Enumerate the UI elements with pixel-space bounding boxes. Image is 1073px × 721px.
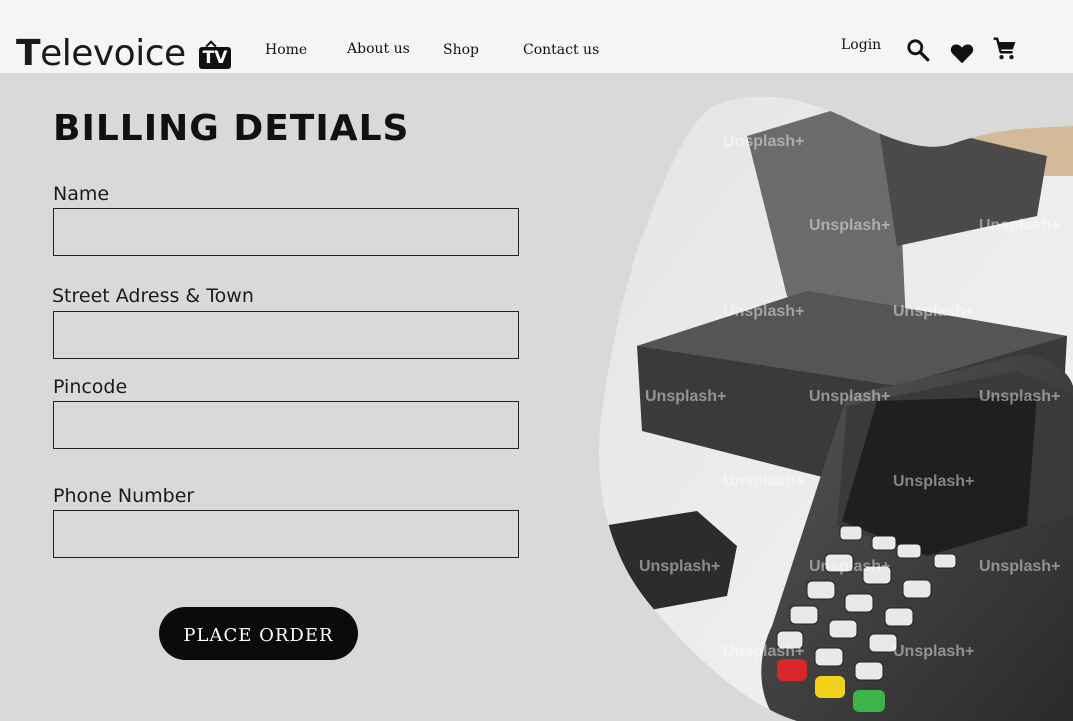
nav-link-shop[interactable]: Shop bbox=[443, 42, 479, 58]
place-order-button[interactable]: PLACE ORDER bbox=[159, 607, 358, 660]
svg-text:Unsplash+: Unsplash+ bbox=[645, 388, 726, 405]
svg-text:Unsplash+: Unsplash+ bbox=[809, 558, 890, 575]
nav-link-about[interactable]: About us bbox=[347, 41, 410, 57]
search-icon[interactable] bbox=[905, 37, 931, 63]
svg-text:Unsplash+: Unsplash+ bbox=[893, 303, 974, 320]
pincode-input[interactable] bbox=[53, 401, 519, 449]
svg-text:Unsplash+: Unsplash+ bbox=[809, 217, 890, 234]
svg-text:Unsplash+: Unsplash+ bbox=[893, 473, 974, 490]
name-input[interactable] bbox=[53, 208, 519, 256]
svg-text:Unsplash+: Unsplash+ bbox=[639, 558, 720, 575]
payment-terminal-image: Unsplash+ Unsplash+ Unsplash+ Unsplash+ … bbox=[597, 96, 1073, 721]
svg-text:Unsplash+: Unsplash+ bbox=[979, 388, 1060, 405]
street-address-label: Street Adress & Town bbox=[52, 285, 254, 307]
nav-link-contact[interactable]: Contact us bbox=[523, 42, 599, 58]
tv-badge: TV bbox=[198, 47, 232, 69]
svg-text:Unsplash+: Unsplash+ bbox=[979, 558, 1060, 575]
login-link[interactable]: Login bbox=[841, 37, 881, 53]
svg-text:Unsplash+: Unsplash+ bbox=[979, 217, 1060, 234]
brand-logo[interactable]: Televoice TV bbox=[16, 33, 232, 74]
svg-text:Unsplash+: Unsplash+ bbox=[893, 643, 974, 660]
heart-icon[interactable] bbox=[949, 40, 975, 66]
street-address-input[interactable] bbox=[53, 311, 519, 359]
nav-link-home[interactable]: Home bbox=[265, 42, 307, 58]
svg-text:Unsplash+: Unsplash+ bbox=[723, 133, 804, 150]
phone-number-input[interactable] bbox=[53, 510, 519, 558]
billing-details-title: BILLING DETIALS bbox=[53, 108, 410, 149]
name-label: Name bbox=[53, 183, 110, 205]
svg-text:Unsplash+: Unsplash+ bbox=[723, 473, 804, 490]
svg-text:Unsplash+: Unsplash+ bbox=[723, 643, 804, 660]
phone-number-label: Phone Number bbox=[53, 485, 195, 507]
cart-icon[interactable] bbox=[992, 36, 1018, 62]
svg-text:Unsplash+: Unsplash+ bbox=[723, 303, 804, 320]
top-navigation-bar: Televoice TV Home About us Shop Contact … bbox=[0, 0, 1073, 73]
pincode-label: Pincode bbox=[53, 376, 128, 398]
svg-text:Unsplash+: Unsplash+ bbox=[809, 388, 890, 405]
logo-wordmark: Televoice bbox=[16, 33, 186, 74]
